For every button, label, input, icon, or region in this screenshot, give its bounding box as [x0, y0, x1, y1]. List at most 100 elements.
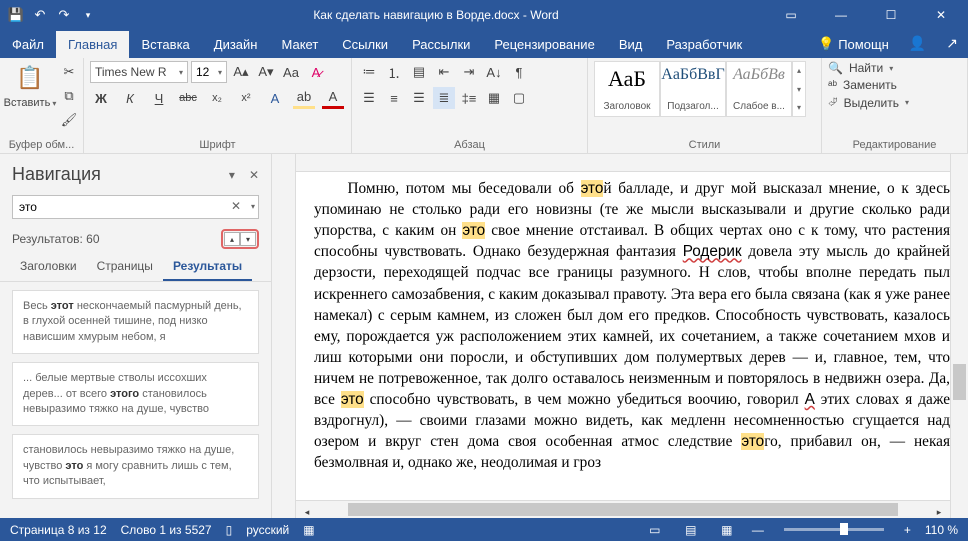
maximize-icon[interactable]: ☐	[868, 0, 914, 30]
styles-more-button[interactable]: ▴ ▾ ▾	[792, 61, 806, 117]
scroll-right-icon[interactable]: ▸	[928, 501, 950, 523]
status-page[interactable]: Страница 8 из 12	[10, 523, 107, 537]
undo-icon[interactable]: ↶	[32, 7, 48, 23]
paste-button[interactable]: Вставить ▾	[4, 97, 57, 109]
tab-design[interactable]: Дизайн	[202, 31, 270, 58]
style-subtle[interactable]: АаБбВв Слабое в...	[726, 61, 792, 117]
sort-icon[interactable]: A↓	[483, 61, 505, 83]
document-page[interactable]: Помню, потом мы беседовали об этой балла…	[296, 172, 950, 500]
tab-file[interactable]: Файл	[0, 31, 56, 58]
find-button[interactable]: 🔍 Найти ▾	[828, 61, 909, 75]
nav-tab-results[interactable]: Результаты	[163, 253, 252, 281]
clear-formatting-icon[interactable]: A̷	[305, 61, 327, 83]
shrink-font-icon[interactable]: A▾	[255, 61, 277, 83]
shading-icon[interactable]: ▦	[483, 87, 505, 109]
qat-dropdown-icon[interactable]: ▾	[80, 7, 96, 23]
status-words[interactable]: Слово 1 из 5527	[121, 523, 212, 537]
style-subtitle[interactable]: АaБбВвГ Подзагол...	[660, 61, 726, 117]
tab-layout[interactable]: Макет	[269, 31, 330, 58]
align-left-icon[interactable]: ☰	[358, 87, 380, 109]
tab-home[interactable]: Главная	[56, 31, 129, 58]
text-effects-icon[interactable]: A	[264, 87, 286, 109]
chevron-down-icon: ▾	[797, 85, 801, 94]
superscript-button[interactable]: x²	[235, 87, 257, 109]
chevron-down-icon: ▾	[889, 64, 893, 73]
line-spacing-icon[interactable]: ‡≡	[458, 87, 480, 109]
tab-review[interactable]: Рецензирование	[482, 31, 606, 58]
highlight-icon[interactable]: ab	[293, 87, 315, 109]
copy-icon[interactable]: ⧉	[58, 85, 80, 107]
grow-font-icon[interactable]: A▴	[230, 61, 252, 83]
format-painter-icon[interactable]: 🖌	[58, 109, 80, 131]
read-mode-icon[interactable]: ▭	[644, 522, 666, 538]
bullets-icon[interactable]: ≔	[358, 61, 380, 83]
nav-search-input[interactable]	[12, 195, 259, 219]
horizontal-scrollbar[interactable]	[318, 501, 928, 518]
tab-mailings[interactable]: Рассылки	[400, 31, 482, 58]
select-icon: ⮰	[828, 95, 838, 110]
justify-icon[interactable]: ≣	[433, 87, 455, 109]
align-center-icon[interactable]: ≡	[383, 87, 405, 109]
scroll-left-icon[interactable]: ◂	[296, 501, 318, 523]
nav-result-item[interactable]: Весь этот нескончаемый пасмурный день, в…	[12, 290, 259, 354]
paste-icon[interactable]: 📋	[13, 61, 47, 95]
zoom-percent[interactable]: 110 %	[925, 523, 958, 537]
multilevel-icon[interactable]: ▤	[408, 61, 430, 83]
nav-dropdown-icon[interactable]: ▾	[229, 168, 235, 182]
replace-button[interactable]: ᵃᵇ Заменить	[828, 78, 909, 92]
minimize-icon[interactable]: ―	[818, 0, 864, 30]
chevron-down-icon: ▾	[179, 68, 183, 77]
strike-button[interactable]: abc	[177, 87, 199, 109]
numbering-icon[interactable]: ⒈	[383, 61, 405, 83]
font-color-icon[interactable]: A	[322, 87, 344, 109]
status-language[interactable]: русский	[246, 523, 289, 537]
tab-view[interactable]: Вид	[607, 31, 655, 58]
nav-result-item[interactable]: становилось невыразимо тяжко на душе, чу…	[12, 434, 259, 498]
prev-result-button[interactable]: ▴	[224, 232, 240, 246]
vertical-scrollbar[interactable]	[950, 154, 968, 518]
nav-close-icon[interactable]: ✕	[249, 168, 259, 182]
tell-me[interactable]: 💡 Помощн	[808, 30, 899, 58]
nav-tab-pages[interactable]: Страницы	[87, 253, 163, 281]
status-macro-icon[interactable]: ▦	[303, 523, 314, 537]
font-size-input[interactable]: 12▾	[191, 61, 227, 83]
font-name-input[interactable]: Times New R▾	[90, 61, 188, 83]
print-layout-icon[interactable]: ▤	[680, 522, 702, 538]
increase-indent-icon[interactable]: ⇥	[458, 61, 480, 83]
style-heading[interactable]: АаБ Заголовок	[594, 61, 660, 117]
subscript-button[interactable]: x₂	[206, 87, 228, 109]
nav-result-count: Результатов: 60	[12, 232, 100, 246]
show-marks-icon[interactable]: ¶	[508, 61, 530, 83]
italic-button[interactable]: К	[119, 87, 141, 109]
zoom-slider[interactable]	[784, 528, 884, 531]
cut-icon[interactable]: ✂	[58, 61, 80, 83]
tab-references[interactable]: Ссылки	[330, 31, 400, 58]
search-options-icon[interactable]: ▾	[251, 202, 255, 211]
zoom-in-icon[interactable]: +	[904, 523, 911, 537]
borders-icon[interactable]: ▢	[508, 87, 530, 109]
underline-button[interactable]: Ч	[148, 87, 170, 109]
save-icon[interactable]: 💾	[8, 7, 24, 23]
web-layout-icon[interactable]: ▦	[716, 522, 738, 538]
ribbon-display-icon[interactable]: ▭	[768, 0, 814, 30]
select-button[interactable]: ⮰ Выделить ▾	[828, 95, 909, 110]
bold-button[interactable]: Ж	[90, 87, 112, 109]
tab-insert[interactable]: Вставка	[129, 31, 201, 58]
redo-icon[interactable]: ↷	[56, 7, 72, 23]
status-spellcheck-icon[interactable]: ▯	[226, 523, 233, 537]
decrease-indent-icon[interactable]: ⇤	[433, 61, 455, 83]
share-button[interactable]: ↗	[936, 29, 968, 58]
paragraph-group-label: Абзац	[358, 137, 581, 151]
nav-result-item[interactable]: ... белые мертвые стволы иссохших дерев.…	[12, 362, 259, 426]
next-result-button[interactable]: ▾	[240, 232, 256, 246]
tab-developer[interactable]: Разработчик	[654, 31, 754, 58]
nav-tab-headings[interactable]: Заголовки	[10, 253, 87, 281]
zoom-out-icon[interactable]: ―	[752, 523, 764, 537]
clear-search-icon[interactable]: ✕	[231, 199, 241, 213]
nav-result-arrows: ▴ ▾	[221, 229, 259, 249]
change-case-icon[interactable]: Aa	[280, 61, 302, 83]
align-right-icon[interactable]: ☰	[408, 87, 430, 109]
chevron-down-icon: ▾	[52, 99, 56, 108]
close-icon[interactable]: ✕	[918, 0, 964, 30]
share-icon[interactable]: 👤	[899, 29, 936, 58]
